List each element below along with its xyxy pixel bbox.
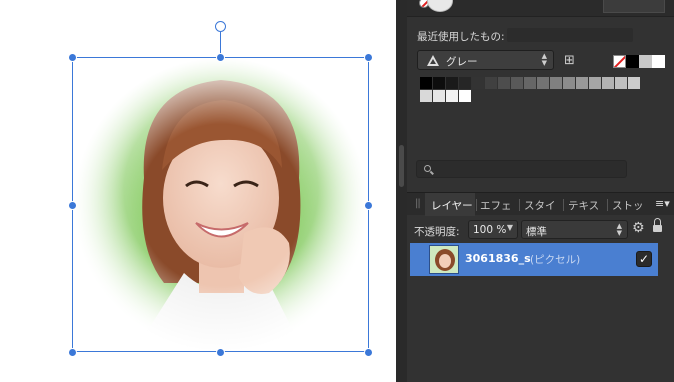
layer-name: 3061836_s (465, 252, 531, 265)
color-mode-button[interactable] (603, 0, 665, 13)
resize-handle-bottom-right[interactable] (364, 348, 373, 357)
palette-swatch-light-3[interactable] (446, 90, 458, 102)
add-swatch-grid-icon[interactable]: ⊞ (564, 53, 579, 68)
panel-menu-icon[interactable]: ≡▾ (655, 197, 670, 210)
tab-divider (476, 199, 477, 211)
opacity-label: 不透明度: (414, 226, 460, 238)
tab-stock[interactable]: ストッ (612, 198, 644, 213)
layer-visibility-checkbox[interactable]: ✓ (636, 251, 652, 267)
panel-scrollbar-track (396, 0, 407, 382)
palette-swatch-light-1[interactable] (420, 90, 432, 102)
palette-swatch-light-4[interactable] (459, 90, 471, 102)
chevron-updown-icon: ▲ ▼ (541, 52, 547, 67)
swatch-search-input[interactable] (416, 160, 627, 178)
selection-bounding-box (72, 57, 369, 352)
stroke-color-circle[interactable] (427, 0, 453, 12)
opacity-value: 100 % (473, 224, 507, 236)
palette-swatch-10[interactable] (537, 77, 549, 89)
palette-swatch-16[interactable] (615, 77, 627, 89)
palette-swatch-1[interactable] (420, 77, 432, 89)
drag-grip-icon[interactable]: || (415, 198, 421, 209)
palette-swatch-5[interactable] (472, 77, 484, 89)
palette-select[interactable]: グレー ▲ ▼ (417, 50, 554, 70)
layer-row[interactable]: 3061836_s (ピクセル) ✓ (410, 243, 658, 276)
studio-panel: 最近使用したもの: グレー ▲ ▼ ⊞ || レイヤー エフェ スタイ テキス ス… (407, 0, 674, 382)
swatch-white[interactable] (652, 55, 665, 68)
resize-handle-bottom[interactable] (216, 348, 225, 357)
gear-icon[interactable]: ⚙ (632, 220, 645, 236)
color-panel-top (407, 0, 674, 17)
layer-thumbnail (429, 245, 459, 274)
panel-tabs: || レイヤー エフェ スタイ テキス ストッ ≡▾ (407, 192, 674, 216)
recent-colors-field (507, 28, 633, 42)
palette-swatch-6[interactable] (485, 77, 497, 89)
palette-swatch-14[interactable] (589, 77, 601, 89)
tab-divider (519, 199, 520, 211)
palette-swatch-2[interactable] (433, 77, 445, 89)
resize-handle-top-left[interactable] (68, 53, 77, 62)
layer-type: (ピクセル) (530, 254, 581, 266)
resize-handle-left[interactable] (68, 201, 77, 210)
chevron-updown-icon: ▲ ▼ (616, 222, 622, 237)
blend-mode-value: 標準 (526, 226, 547, 238)
swatch-gray[interactable] (639, 55, 652, 68)
tab-styles[interactable]: スタイ (524, 198, 556, 213)
rotation-handle[interactable] (215, 21, 226, 32)
palette-swatch-7[interactable] (498, 77, 510, 89)
resize-handle-right[interactable] (364, 201, 373, 210)
swatch-none[interactable] (613, 55, 626, 68)
palette-swatch-12[interactable] (563, 77, 575, 89)
palette-swatch-11[interactable] (550, 77, 562, 89)
chevron-down-icon: ▼ (506, 223, 513, 232)
palette-swatch-15[interactable] (602, 77, 614, 89)
blend-mode-select[interactable]: 標準 ▲ ▼ (521, 220, 628, 239)
tab-text-styles[interactable]: テキス (568, 198, 599, 213)
resize-handle-bottom-left[interactable] (68, 348, 77, 357)
resize-handle-top[interactable] (216, 53, 225, 62)
opacity-input[interactable]: 100 % ▼ (468, 220, 518, 239)
palette-swatch-4[interactable] (459, 77, 471, 89)
tab-divider (607, 199, 608, 211)
palette-triangle-icon (427, 55, 439, 66)
palette-swatch-17[interactable] (628, 77, 640, 89)
palette-swatch-light-2[interactable] (433, 90, 445, 102)
document-canvas[interactable] (0, 0, 396, 382)
palette-swatch-8[interactable] (511, 77, 523, 89)
tab-divider (563, 199, 564, 211)
swatch-black[interactable] (626, 55, 639, 68)
resize-handle-top-right[interactable] (364, 53, 373, 62)
tab-layers[interactable]: レイヤー (431, 198, 473, 213)
panel-scrollbar-thumb[interactable] (399, 145, 404, 187)
palette-swatch-row-1 (420, 77, 641, 89)
palette-select-label: グレー (446, 56, 478, 68)
palette-swatch-13[interactable] (576, 77, 588, 89)
lock-icon[interactable] (653, 218, 662, 233)
tab-effects[interactable]: エフェ (480, 198, 512, 213)
palette-swatch-9[interactable] (524, 77, 536, 89)
palette-swatch-row-2 (420, 90, 472, 102)
recent-colors-label: 最近使用したもの: (417, 31, 505, 43)
palette-swatch-3[interactable] (446, 77, 458, 89)
search-icon (424, 165, 431, 172)
